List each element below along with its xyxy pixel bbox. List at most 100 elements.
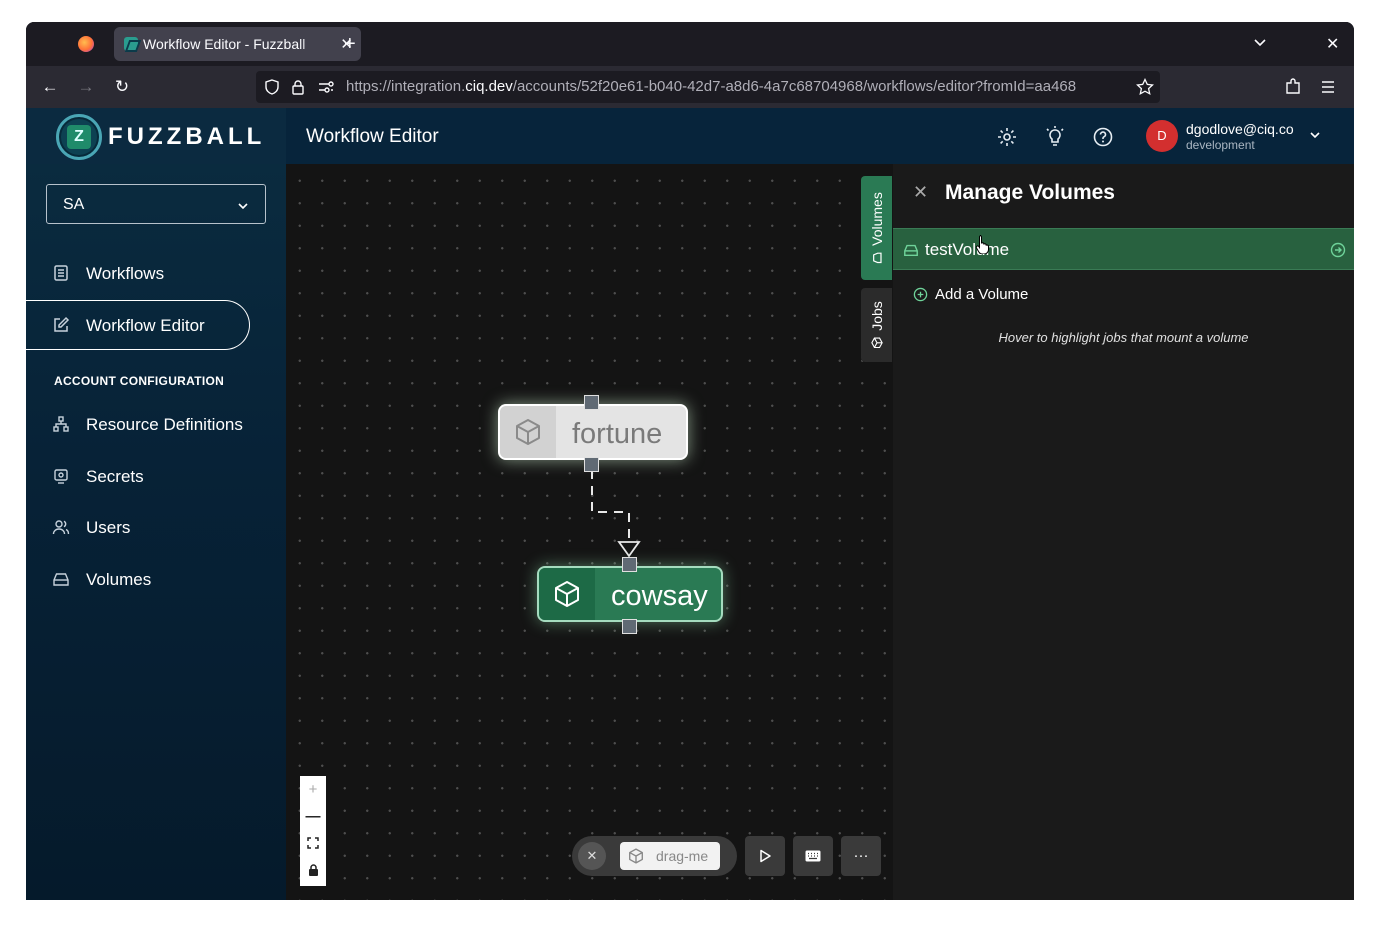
hint-text: Hover to highlight jobs that mount a vol… — [998, 330, 1249, 345]
section-title: ACCOUNT CONFIGURATION — [54, 374, 225, 388]
secret-icon — [54, 469, 68, 484]
tab-volumes-label: Volumes — [869, 192, 885, 264]
node-icon-box — [500, 406, 556, 458]
avatar[interactable]: D — [1146, 120, 1178, 152]
fuzzball-logo-icon: Z — [56, 114, 102, 160]
firefox-icon — [78, 36, 94, 52]
node-handle-bottom[interactable] — [584, 457, 599, 472]
extensions-icon[interactable] — [1284, 78, 1302, 96]
bookmark-star-icon[interactable] — [1136, 78, 1154, 96]
hand-cursor-icon — [975, 235, 989, 254]
account-select[interactable]: SA — [46, 184, 266, 224]
list-icon — [54, 265, 68, 281]
node-handle-bottom[interactable] — [622, 619, 637, 634]
new-tab-icon[interactable]: + — [344, 32, 356, 56]
sidebar-item-label: Secrets — [86, 467, 144, 486]
sidebar-item-label: Volumes — [86, 570, 152, 589]
menu-icon[interactable] — [1320, 79, 1336, 95]
url-bar[interactable]: https://integration.ciq.dev/accounts/52f… — [256, 71, 1160, 103]
lock-icon[interactable] — [291, 79, 305, 95]
browser-window: Workflow Editor - Fuzzball ✕ + ✕ ← → ↻ h… — [26, 22, 1354, 900]
package-icon — [870, 337, 883, 349]
node-label: fortune — [572, 418, 663, 450]
panel-title: Manage Volumes — [945, 181, 1115, 204]
hierarchy-icon — [53, 416, 69, 432]
app-header: Z FUZZBALL Workflow Editor D dgodlove@ci… — [26, 108, 1354, 164]
edge-fortune-cowsay — [591, 470, 641, 558]
window-close-icon[interactable]: ✕ — [1326, 34, 1339, 54]
tab-volumes[interactable]: Volumes — [861, 176, 892, 280]
tab-jobs-label: Jobs — [869, 301, 885, 349]
node-icon-box — [539, 568, 595, 620]
fuzzball-favicon-icon — [124, 37, 138, 51]
plus-circle-icon — [913, 287, 928, 302]
url-text: https://integration.ciq.dev/accounts/52f… — [346, 78, 1077, 95]
volume-row[interactable]: testVolume — [893, 228, 1354, 270]
play-icon — [760, 849, 771, 863]
user-menu-chevron-icon[interactable] — [1308, 128, 1322, 142]
node-handle-top[interactable] — [622, 557, 637, 572]
run-button[interactable] — [745, 836, 785, 876]
drive-icon — [53, 573, 69, 586]
keyboard-button[interactable] — [793, 836, 833, 876]
node-label: cowsay — [611, 580, 708, 612]
volume-name: testVolume — [925, 240, 1010, 259]
sidebar: SA Workflows Workflow Editor ACCOUNT CON… — [26, 164, 286, 900]
nav-bar: ← → ↻ https://integration.ciq.dev/accoun… — [26, 66, 1354, 108]
sidebar-item-label: Workflows — [86, 264, 165, 283]
drag-me-label: drag-me — [656, 848, 709, 864]
sidebar-item-label: Users — [86, 518, 131, 537]
browser-tab[interactable]: Workflow Editor - Fuzzball ✕ — [114, 27, 361, 61]
zoom-in-icon[interactable]: + — [300, 776, 326, 803]
user-org: development — [1186, 138, 1255, 152]
sidebar-item-label: Workflow Editor — [86, 316, 205, 335]
tab-strip: Workflow Editor - Fuzzball ✕ + ✕ — [26, 22, 1354, 66]
edit-icon — [54, 316, 70, 332]
users-icon — [52, 520, 70, 535]
more-options-button[interactable]: ··· — [841, 836, 881, 876]
sidebar-item-secrets[interactable]: Secrets — [26, 452, 250, 502]
back-icon[interactable]: ← — [40, 77, 60, 97]
fit-view-icon[interactable] — [300, 830, 326, 857]
sidebar-item-users[interactable]: Users — [26, 503, 250, 553]
shield-icon[interactable] — [264, 79, 280, 95]
brand-name: FUZZBALL — [108, 123, 266, 150]
job-node-fortune[interactable]: fortune — [498, 404, 688, 460]
close-panel-icon[interactable]: ✕ — [913, 182, 928, 203]
job-node-cowsay[interactable]: cowsay — [537, 566, 723, 622]
drag-me-item[interactable]: drag-me — [620, 842, 720, 870]
zoom-controls: + — — [300, 776, 326, 886]
workflow-canvas[interactable]: fortune cowsay + — ✕ drag-me ··· — [286, 164, 893, 900]
keyboard-icon — [805, 850, 821, 862]
manage-volumes-panel: ✕ Manage Volumes testVolume Add a Volume… — [893, 164, 1354, 900]
user-email[interactable]: dgodlove@ciq.co — [1186, 121, 1294, 137]
node-handle-top[interactable] — [584, 395, 599, 410]
lock-canvas-icon[interactable] — [300, 857, 326, 884]
theme-bulb-icon[interactable] — [1044, 126, 1066, 148]
page-title: Workflow Editor — [306, 126, 439, 147]
tab-title: Workflow Editor - Fuzzball — [143, 36, 306, 52]
drive-icon — [872, 252, 882, 264]
package-icon — [516, 419, 540, 445]
brand[interactable]: Z FUZZBALL — [26, 108, 286, 164]
package-icon — [629, 848, 643, 864]
sidebar-item-workflows[interactable]: Workflows — [26, 249, 250, 299]
chevron-down-icon — [238, 203, 248, 210]
ellipsis-icon: ··· — [853, 847, 869, 864]
sidebar-item-workflow-editor[interactable]: Workflow Editor — [26, 300, 250, 350]
sidebar-item-resource-definitions[interactable]: Resource Definitions — [26, 400, 250, 450]
clear-icon[interactable]: ✕ — [578, 842, 606, 870]
permissions-icon[interactable] — [318, 80, 334, 94]
add-volume-label: Add a Volume — [935, 286, 1029, 303]
zoom-out-icon[interactable]: — — [300, 803, 326, 830]
arrow-circle-right-icon[interactable] — [1330, 242, 1346, 258]
help-icon[interactable] — [1092, 126, 1114, 148]
sidebar-item-volumes[interactable]: Volumes — [26, 555, 250, 605]
forward-icon[interactable]: → — [76, 77, 96, 97]
sidebar-item-label: Resource Definitions — [86, 415, 243, 434]
tab-jobs[interactable]: Jobs — [861, 288, 892, 362]
settings-gear-icon[interactable] — [996, 126, 1018, 148]
reload-icon[interactable]: ↻ — [112, 77, 132, 97]
account-select-value: SA — [63, 196, 85, 213]
tab-list-chevron-icon[interactable] — [1252, 34, 1268, 50]
